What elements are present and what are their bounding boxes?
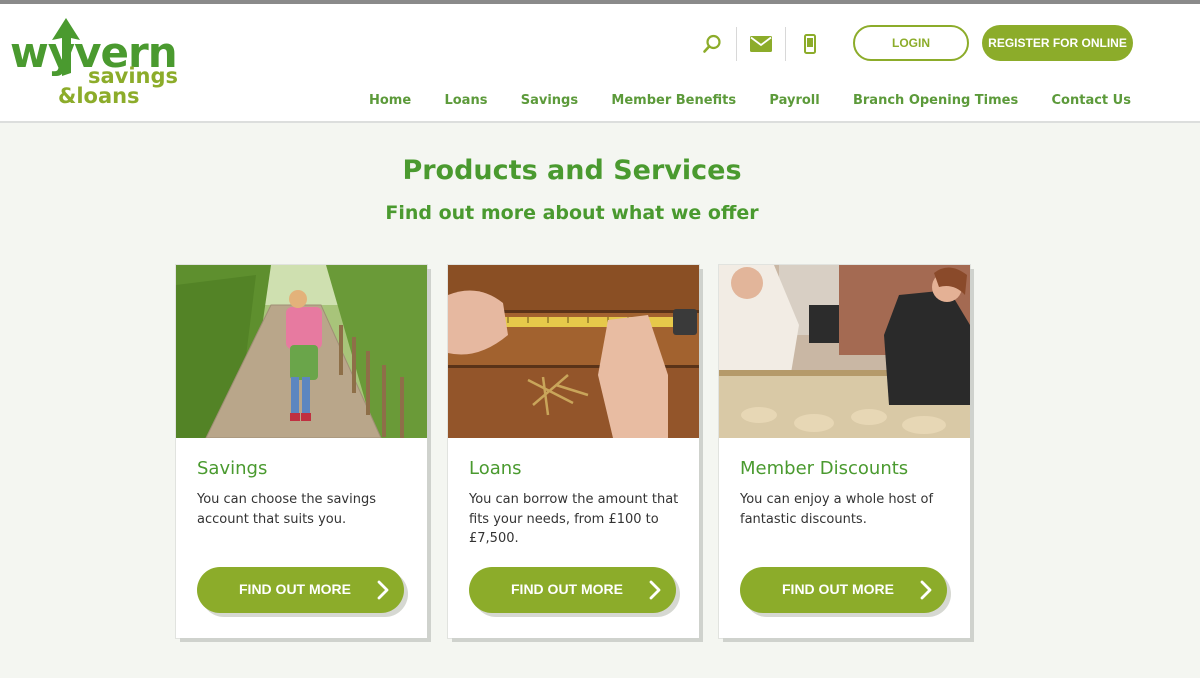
register-online-button[interactable]: REGISTER FOR ONLINE xyxy=(982,25,1133,61)
card-description: You can enjoy a whole host of fantastic … xyxy=(740,492,934,527)
loans-photo xyxy=(448,265,699,438)
nav-branch-opening-times[interactable]: Branch Opening Times xyxy=(851,93,1020,108)
search-icon[interactable] xyxy=(688,26,736,62)
member-discounts-photo xyxy=(719,265,970,438)
savings-find-out-more-button[interactable]: FIND OUT MORE xyxy=(197,567,404,613)
loans-find-out-more-button[interactable]: FIND OUT MORE xyxy=(469,567,676,613)
button-label: FIND OUT MORE xyxy=(511,581,623,597)
mail-icon[interactable] xyxy=(737,26,785,62)
product-card-loans: Loans You can borrow the amount that fit… xyxy=(448,265,699,638)
nav-loans[interactable]: Loans xyxy=(442,93,489,108)
site-header: wyvern savings &loans LOGIN REGISTER FOR… xyxy=(0,4,1200,123)
mobile-phone-icon[interactable] xyxy=(786,26,834,62)
card-title: Savings xyxy=(197,458,268,479)
brand-logo[interactable]: wyvern savings &loans xyxy=(10,18,190,108)
page-title: Products and Services xyxy=(402,155,742,186)
button-label: FIND OUT MORE xyxy=(239,581,351,597)
chevron-right-icon xyxy=(920,580,932,600)
card-title: Loans xyxy=(469,458,522,479)
savings-photo xyxy=(176,265,427,438)
card-description: You can choose the savings account that … xyxy=(197,492,376,527)
login-button[interactable]: LOGIN xyxy=(853,25,969,61)
card-description: You can borrow the amount that fits your… xyxy=(469,492,679,546)
chevron-right-icon xyxy=(377,580,389,600)
main-nav: Home Loans Savings Member Benefits Payro… xyxy=(350,93,1133,108)
nav-home[interactable]: Home xyxy=(367,93,413,108)
button-label: FIND OUT MORE xyxy=(782,581,894,597)
card-title: Member Discounts xyxy=(740,458,909,479)
product-card-member-discounts: Member Discounts You can enjoy a whole h… xyxy=(719,265,970,638)
chevron-right-icon xyxy=(649,580,661,600)
nav-payroll[interactable]: Payroll xyxy=(767,93,821,108)
nav-member-benefits[interactable]: Member Benefits xyxy=(609,93,738,108)
product-card-savings: Savings You can choose the savings accou… xyxy=(176,265,427,638)
nav-savings[interactable]: Savings xyxy=(519,93,580,108)
utility-icons xyxy=(688,26,834,62)
page-subtitle: Find out more about what we offer xyxy=(385,202,759,224)
nav-contact-us[interactable]: Contact Us xyxy=(1050,93,1133,108)
logo-loans-text: &loans xyxy=(58,84,140,108)
member-discounts-find-out-more-button[interactable]: FIND OUT MORE xyxy=(740,567,947,613)
